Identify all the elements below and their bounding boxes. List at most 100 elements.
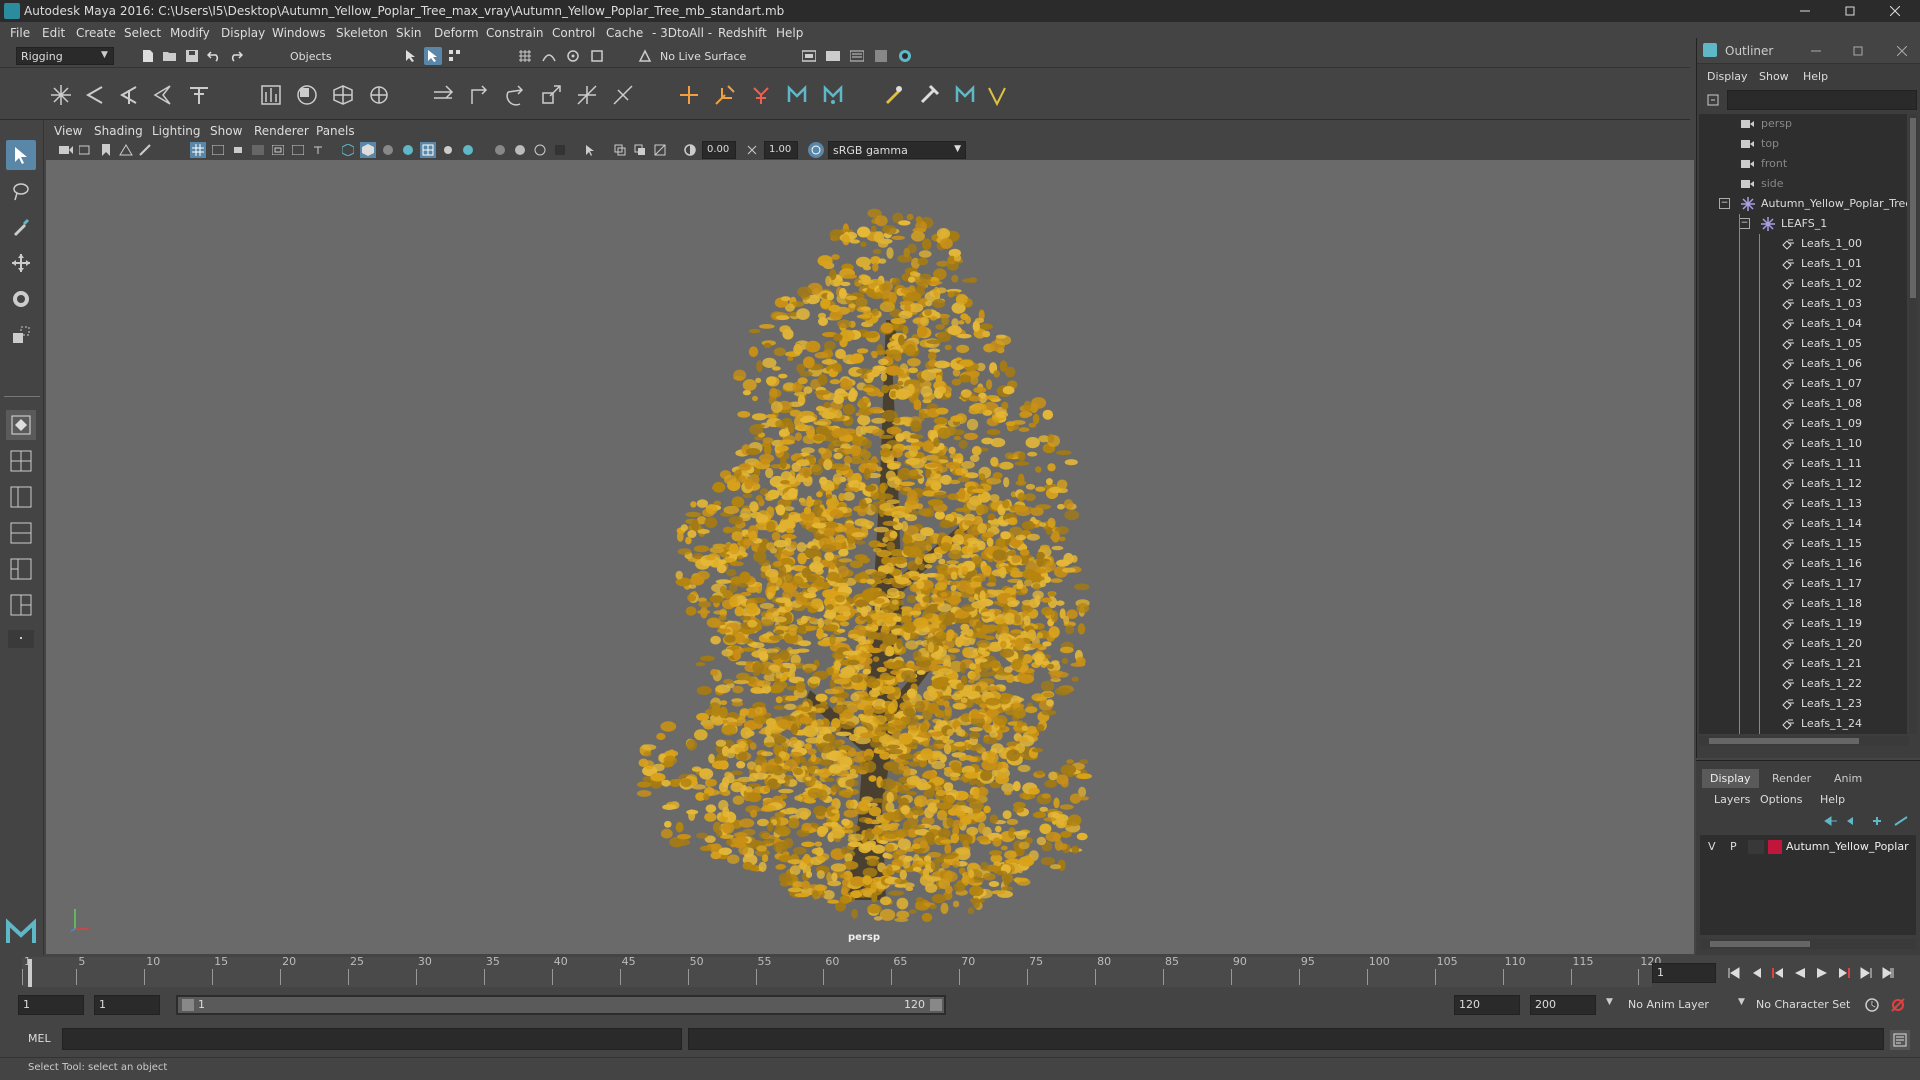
auto-key-icon[interactable] [1862,995,1882,1015]
menu-select[interactable]: Select [124,26,161,40]
scrollbar-thumb[interactable] [1710,941,1810,947]
expand-toggle-icon[interactable]: − [1719,198,1730,209]
select-object-icon[interactable] [424,47,442,65]
layer-playback-toggle[interactable]: P [1730,840,1737,853]
outliner-item-mesh[interactable]: Leafs_1_03 [1699,294,1907,314]
menu-set-dropdown[interactable]: Rigging ▼ [16,47,114,65]
film-gate-icon[interactable] [210,142,226,158]
save-scene-icon[interactable] [184,48,200,64]
snap-point-icon[interactable] [564,47,582,65]
gamma-field[interactable]: 1.00 [764,141,798,159]
menu-redshift[interactable]: Redshift [718,26,767,40]
move-layer-down-icon[interactable] [1844,813,1862,829]
close-icon[interactable] [1893,42,1911,60]
outliner-item-mesh[interactable]: Leafs_1_17 [1699,574,1907,594]
exposure-field[interactable]: 0.00 [702,141,736,159]
orient-constraint-icon[interactable] [502,82,528,108]
current-frame-field[interactable]: 1 [1652,963,1716,983]
outliner-vertical-scrollbar[interactable] [1909,114,1917,734]
outliner-item-camera[interactable]: top [1699,134,1907,154]
go-to-start-icon[interactable] [1724,963,1744,983]
outliner-item-camera[interactable]: front [1699,154,1907,174]
menu-skin[interactable]: Skin [396,26,422,40]
persp-graph-layout-icon[interactable] [6,518,36,548]
four-view-layout-icon[interactable] [6,446,36,476]
lasso-tool-icon[interactable] [6,176,36,206]
smooth-bind-icon[interactable] [258,82,284,108]
xray-joints-icon[interactable] [612,142,628,158]
tab-render[interactable]: Render [1764,769,1819,788]
play-forward-icon[interactable] [1812,963,1832,983]
xray-components-icon[interactable] [632,142,648,158]
outliner-item-mesh[interactable]: Leafs_1_18 [1699,594,1907,614]
ik-spline-icon[interactable] [116,82,142,108]
command-input[interactable] [62,1028,682,1050]
hypershade-icon[interactable] [872,47,890,65]
step-back-icon[interactable] [1746,963,1766,983]
script-language-label[interactable]: MEL [28,1032,51,1045]
viewport-persp[interactable]: persp [46,160,1694,954]
open-scene-icon[interactable] [162,48,178,64]
screen-space-ao-icon[interactable] [460,142,476,158]
layer-color-swatch[interactable] [1768,840,1782,854]
outliner-menu-show[interactable]: Show [1759,70,1789,83]
time-slider[interactable]: 1510152025303540455055606570758085909510… [0,955,1894,991]
depth-of-field-icon[interactable] [532,142,548,158]
panel-menu-renderer[interactable]: Renderer [254,124,309,138]
move-layer-up-icon[interactable] [1822,813,1840,829]
outliner-item-mesh[interactable]: Leafs_1_13 [1699,494,1907,514]
outliner-item-mesh[interactable]: Leafs_1_19 [1699,614,1907,634]
muscle-builder-icon[interactable] [820,82,846,108]
panel-menu-view[interactable]: View [54,124,82,138]
xray-icon[interactable] [582,142,598,158]
menu-display[interactable]: Display [221,26,265,40]
muscle-skin-icon[interactable] [952,82,978,108]
outliner-item-mesh[interactable]: Leafs_1_08 [1699,394,1907,414]
outliner-item-mesh[interactable]: Leafs_1_06 [1699,354,1907,374]
range-bar[interactable]: 1 120 [176,995,946,1015]
gate-mask-icon[interactable] [250,142,266,158]
render-current-frame-icon[interactable] [800,47,818,65]
layer-horizontal-scrollbar[interactable] [1700,939,1916,949]
panel-menu-show[interactable]: Show [210,124,242,138]
locator-icon[interactable] [676,82,702,108]
pole-vector-icon[interactable] [610,82,636,108]
bookmark-icon[interactable] [98,142,114,158]
menu-control[interactable]: Control [552,26,595,40]
default-material-icon[interactable] [380,142,396,158]
image-plane-icon[interactable] [118,142,134,158]
point-constraint-icon[interactable] [430,82,456,108]
new-layer-selected-icon[interactable] [1892,813,1910,829]
soft-mod-icon[interactable] [984,82,1010,108]
move-tool-icon[interactable] [6,248,36,278]
layer-row[interactable]: V P Autumn_Yellow_Poplar [1700,837,1916,857]
panel-menu-panels[interactable]: Panels [316,124,355,138]
layer-name[interactable]: Autumn_Yellow_Poplar [1786,840,1909,853]
playback-start-field[interactable]: 1 [94,995,160,1015]
character-control-icon[interactable] [748,82,774,108]
menu-create[interactable]: Create [76,26,116,40]
outliner-menu-display[interactable]: Display [1707,70,1748,83]
outliner-item-camera[interactable]: persp [1699,114,1907,134]
anti-aliasing-icon[interactable] [512,142,528,158]
persp-outliner-layout-icon[interactable] [6,482,36,512]
menu-file[interactable]: File [10,26,30,40]
scale-constraint-icon[interactable] [538,82,564,108]
redo-icon[interactable] [228,48,244,64]
hik-icon[interactable] [712,82,738,108]
layout-options-icon[interactable] [6,590,36,620]
snap-grid-icon[interactable] [516,47,534,65]
menu-deform[interactable]: Deform [434,26,479,40]
outliner-menu-help[interactable]: Help [1803,70,1828,83]
play-backward-icon[interactable] [1790,963,1810,983]
outliner-item-mesh[interactable]: Leafs_1_11 [1699,454,1907,474]
exposure-icon[interactable] [682,142,698,158]
animation-start-field[interactable]: 1 [18,995,84,1015]
menu-edit[interactable]: Edit [42,26,65,40]
step-forward-icon[interactable] [1856,963,1876,983]
more-icon[interactable] [8,630,34,648]
camera-select-icon[interactable] [58,142,74,158]
animation-preferences-icon[interactable] [1888,995,1908,1015]
step-forward-key-icon[interactable] [1834,963,1854,983]
wireframe-grid-icon[interactable] [190,142,206,158]
